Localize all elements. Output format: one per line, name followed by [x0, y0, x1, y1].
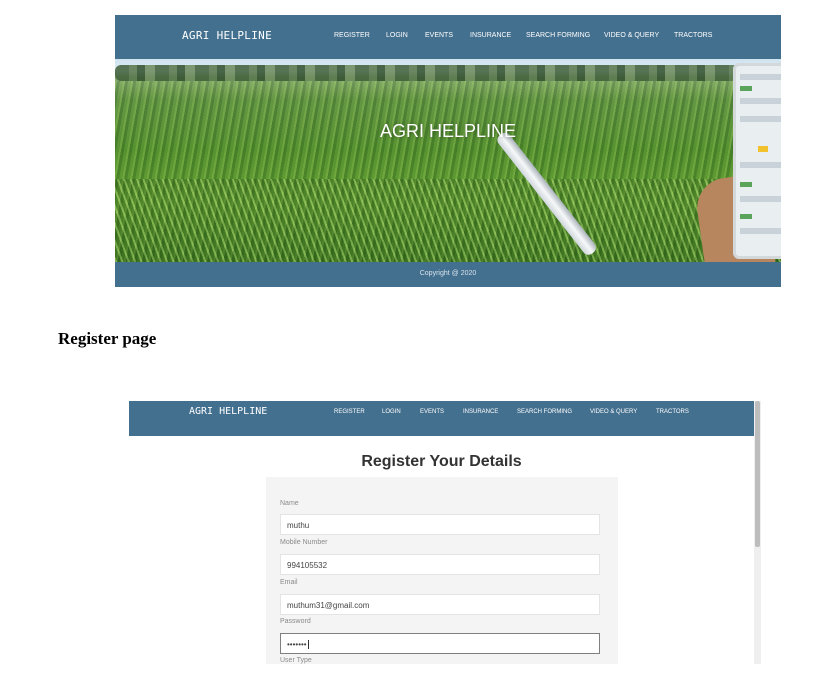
- nav-video-query[interactable]: VIDEO & QUERY: [590, 409, 637, 415]
- nav-tractors[interactable]: TRACTORS: [674, 32, 712, 39]
- user-type-label: User Type: [280, 657, 312, 664]
- nav-tractors[interactable]: TRACTORS: [656, 409, 689, 415]
- tablet-device: [733, 63, 781, 259]
- mobile-field[interactable]: 994105532: [280, 554, 600, 575]
- nav-login[interactable]: LOGIN: [382, 409, 401, 415]
- password-field[interactable]: •••••••: [280, 633, 600, 654]
- section-caption: Register page: [58, 329, 157, 348]
- tablet-row: [740, 162, 781, 168]
- nav-video-query[interactable]: VIDEO & QUERY: [604, 32, 659, 39]
- nav-register[interactable]: REGISTER: [334, 409, 365, 415]
- tablet-row: [740, 74, 781, 80]
- nav-login[interactable]: LOGIN: [386, 32, 408, 39]
- copyright-text: Copyright @ 2020: [419, 270, 477, 277]
- nav-register[interactable]: REGISTER: [334, 32, 370, 39]
- nav-insurance[interactable]: INSURANCE: [470, 32, 511, 39]
- tablet-indicator: [740, 214, 752, 219]
- footer: Copyright @ 2020: [115, 262, 781, 287]
- home-screenshot: AGRI HELPLINE REGISTER LOGIN EVENTS INSU…: [115, 15, 781, 287]
- scrollbar[interactable]: [754, 401, 761, 664]
- brand-logo[interactable]: AGRI HELPLINE: [182, 29, 272, 42]
- nav-insurance[interactable]: INSURANCE: [463, 409, 498, 415]
- tablet-row: [740, 228, 781, 234]
- hero-banner: AGRI HELPLINE: [115, 59, 781, 262]
- nav-events[interactable]: EVENTS: [425, 32, 453, 39]
- tablet-indicator: [758, 146, 768, 152]
- email-label: Email: [280, 579, 298, 586]
- navbar: AGRI HELPLINE REGISTER LOGIN EVENTS INSU…: [129, 401, 754, 436]
- text-caret: [307, 640, 309, 650]
- tree-line: [115, 65, 781, 81]
- register-form: Name muthu Mobile Number 994105532 Email…: [266, 477, 618, 664]
- tablet-indicator: [740, 182, 752, 187]
- password-value: •••••••: [287, 640, 307, 649]
- name-label: Name: [280, 500, 299, 507]
- register-screenshot: AGRI HELPLINE REGISTER LOGIN EVENTS INSU…: [129, 401, 761, 664]
- tablet-indicator: [740, 86, 752, 91]
- rice-field-foreground: [115, 179, 781, 262]
- page-title: Register Your Details: [361, 453, 522, 470]
- email-field[interactable]: muthum31@gmail.com: [280, 594, 600, 615]
- scrollbar-thumb[interactable]: [755, 401, 760, 547]
- nav-search-forming[interactable]: SEARCH FORMING: [517, 409, 572, 415]
- navbar: AGRI HELPLINE REGISTER LOGIN EVENTS INSU…: [115, 15, 781, 59]
- name-field[interactable]: muthu: [280, 514, 600, 535]
- nav-search-forming[interactable]: SEARCH FORMING: [526, 32, 590, 39]
- tablet-row: [740, 196, 781, 202]
- password-label: Password: [280, 618, 311, 625]
- nav-events[interactable]: EVENTS: [420, 409, 444, 415]
- brand-logo[interactable]: AGRI HELPLINE: [189, 406, 267, 417]
- hero-title: AGRI HELPLINE: [379, 121, 517, 141]
- mobile-label: Mobile Number: [280, 539, 328, 546]
- tablet-row: [740, 98, 781, 104]
